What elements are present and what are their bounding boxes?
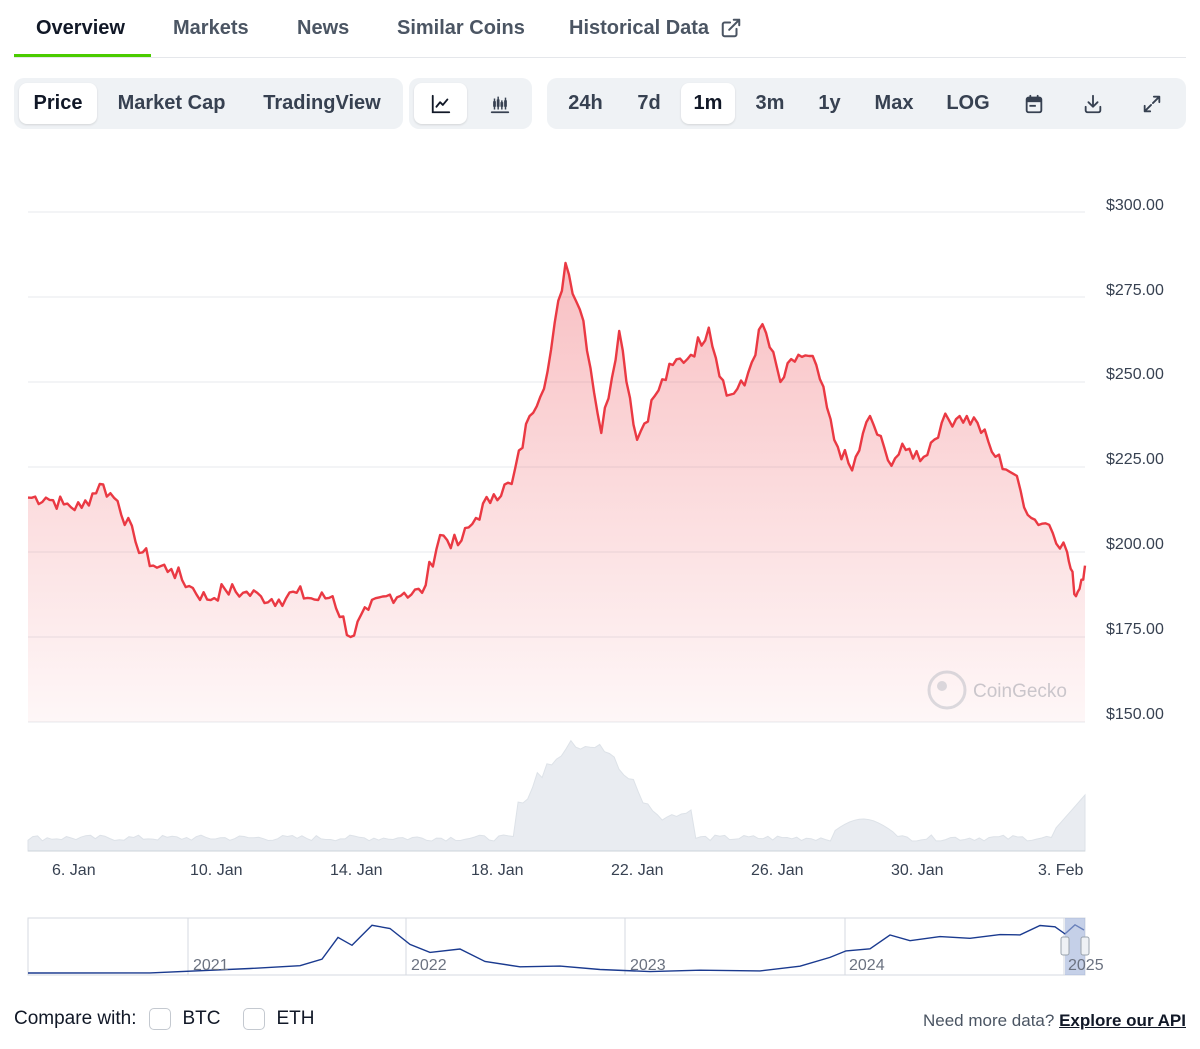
navigator-year-label: 2022 xyxy=(411,957,447,974)
api-promo: Need more data? Explore our API xyxy=(923,1011,1186,1031)
x-tick-label: 22. Jan xyxy=(611,862,664,879)
navigator-line xyxy=(27,923,1085,974)
x-tick-label: 10. Jan xyxy=(190,862,243,879)
navigator[interactable]: 2021 2022 2023 2024 2025 xyxy=(27,917,1104,976)
x-tick-label: 6. Jan xyxy=(52,862,96,879)
navigator-year-label: 2024 xyxy=(849,957,885,974)
price-area xyxy=(28,263,1085,722)
watermark-text: CoinGecko xyxy=(973,681,1067,702)
x-tick-label: 14. Jan xyxy=(330,862,383,879)
explore-api-link[interactable]: Explore our API xyxy=(1059,1011,1186,1030)
compare-label: Compare with: xyxy=(14,1008,137,1029)
x-tick-label: 3. Feb xyxy=(1038,862,1084,879)
eth-label[interactable]: ETH xyxy=(277,1008,315,1030)
y-tick-label: $150.00 xyxy=(1106,706,1164,723)
navigator-left-handle[interactable] xyxy=(1060,936,1070,956)
x-tick-label: 18. Jan xyxy=(471,862,524,879)
navigator-year-label: 2025 xyxy=(1068,957,1104,974)
navigator-right-handle[interactable] xyxy=(1080,936,1090,956)
y-tick-label: $200.00 xyxy=(1106,536,1164,553)
y-tick-label: $175.00 xyxy=(1106,621,1164,638)
x-tick-label: 26. Jan xyxy=(751,862,804,879)
volume-area xyxy=(27,739,1086,852)
navigator-year-label: 2021 xyxy=(193,957,229,974)
btc-checkbox[interactable] xyxy=(148,1008,171,1030)
x-tick-label: 30. Jan xyxy=(891,862,944,879)
navigator-year-label: 2023 xyxy=(630,957,666,974)
y-tick-label: $225.00 xyxy=(1106,451,1164,468)
y-tick-label: $275.00 xyxy=(1106,282,1164,299)
y-tick-label: $250.00 xyxy=(1106,366,1164,383)
price-chart[interactable]: CoinGecko 2021 2022 2023 2024 2025 xyxy=(0,0,1200,1049)
btc-label[interactable]: BTC xyxy=(183,1008,221,1030)
api-prefix: Need more data? xyxy=(922,1011,1055,1030)
y-tick-label: $300.00 xyxy=(1106,197,1164,214)
eth-checkbox[interactable] xyxy=(242,1008,265,1030)
compare-with: Compare with: BTC ETH xyxy=(14,1008,315,1030)
